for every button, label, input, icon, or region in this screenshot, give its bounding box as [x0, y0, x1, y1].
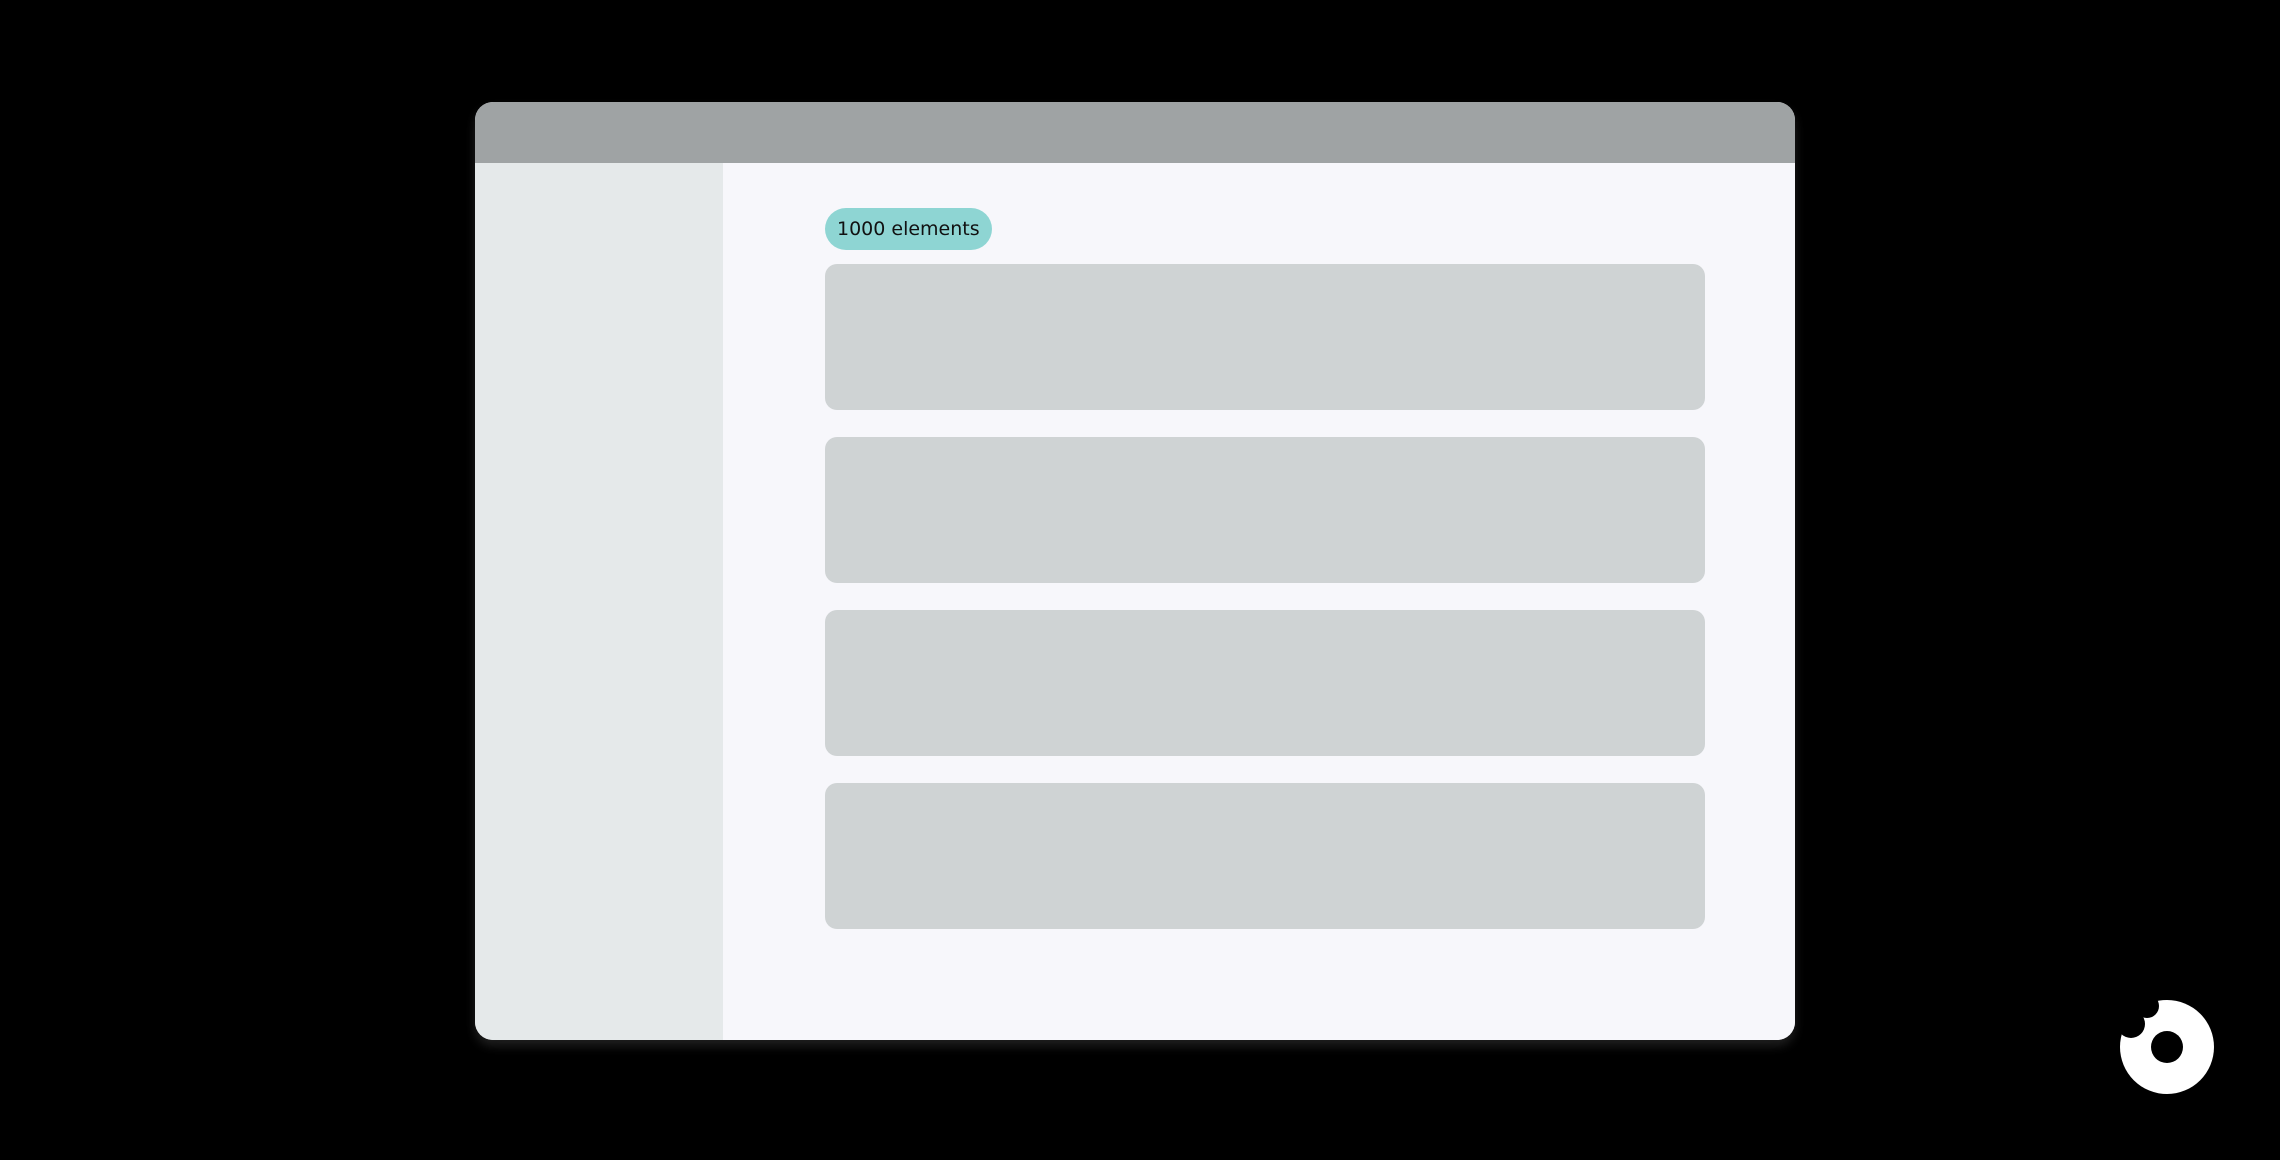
list-card[interactable]: [825, 437, 1705, 583]
main-content-area[interactable]: 1000 elements: [723, 163, 1795, 1040]
card-list: [825, 264, 1705, 956]
window-titlebar: [475, 102, 1795, 163]
list-card[interactable]: [825, 783, 1705, 929]
sidebar-panel: [475, 163, 723, 1040]
screen-stage: 1000 elements: [0, 0, 2280, 1160]
donut-logo-icon: [2120, 1000, 2214, 1094]
list-card[interactable]: [825, 264, 1705, 410]
list-card[interactable]: [825, 610, 1705, 756]
element-count-badge: 1000 elements: [825, 208, 992, 250]
app-window: 1000 elements: [475, 102, 1795, 1040]
